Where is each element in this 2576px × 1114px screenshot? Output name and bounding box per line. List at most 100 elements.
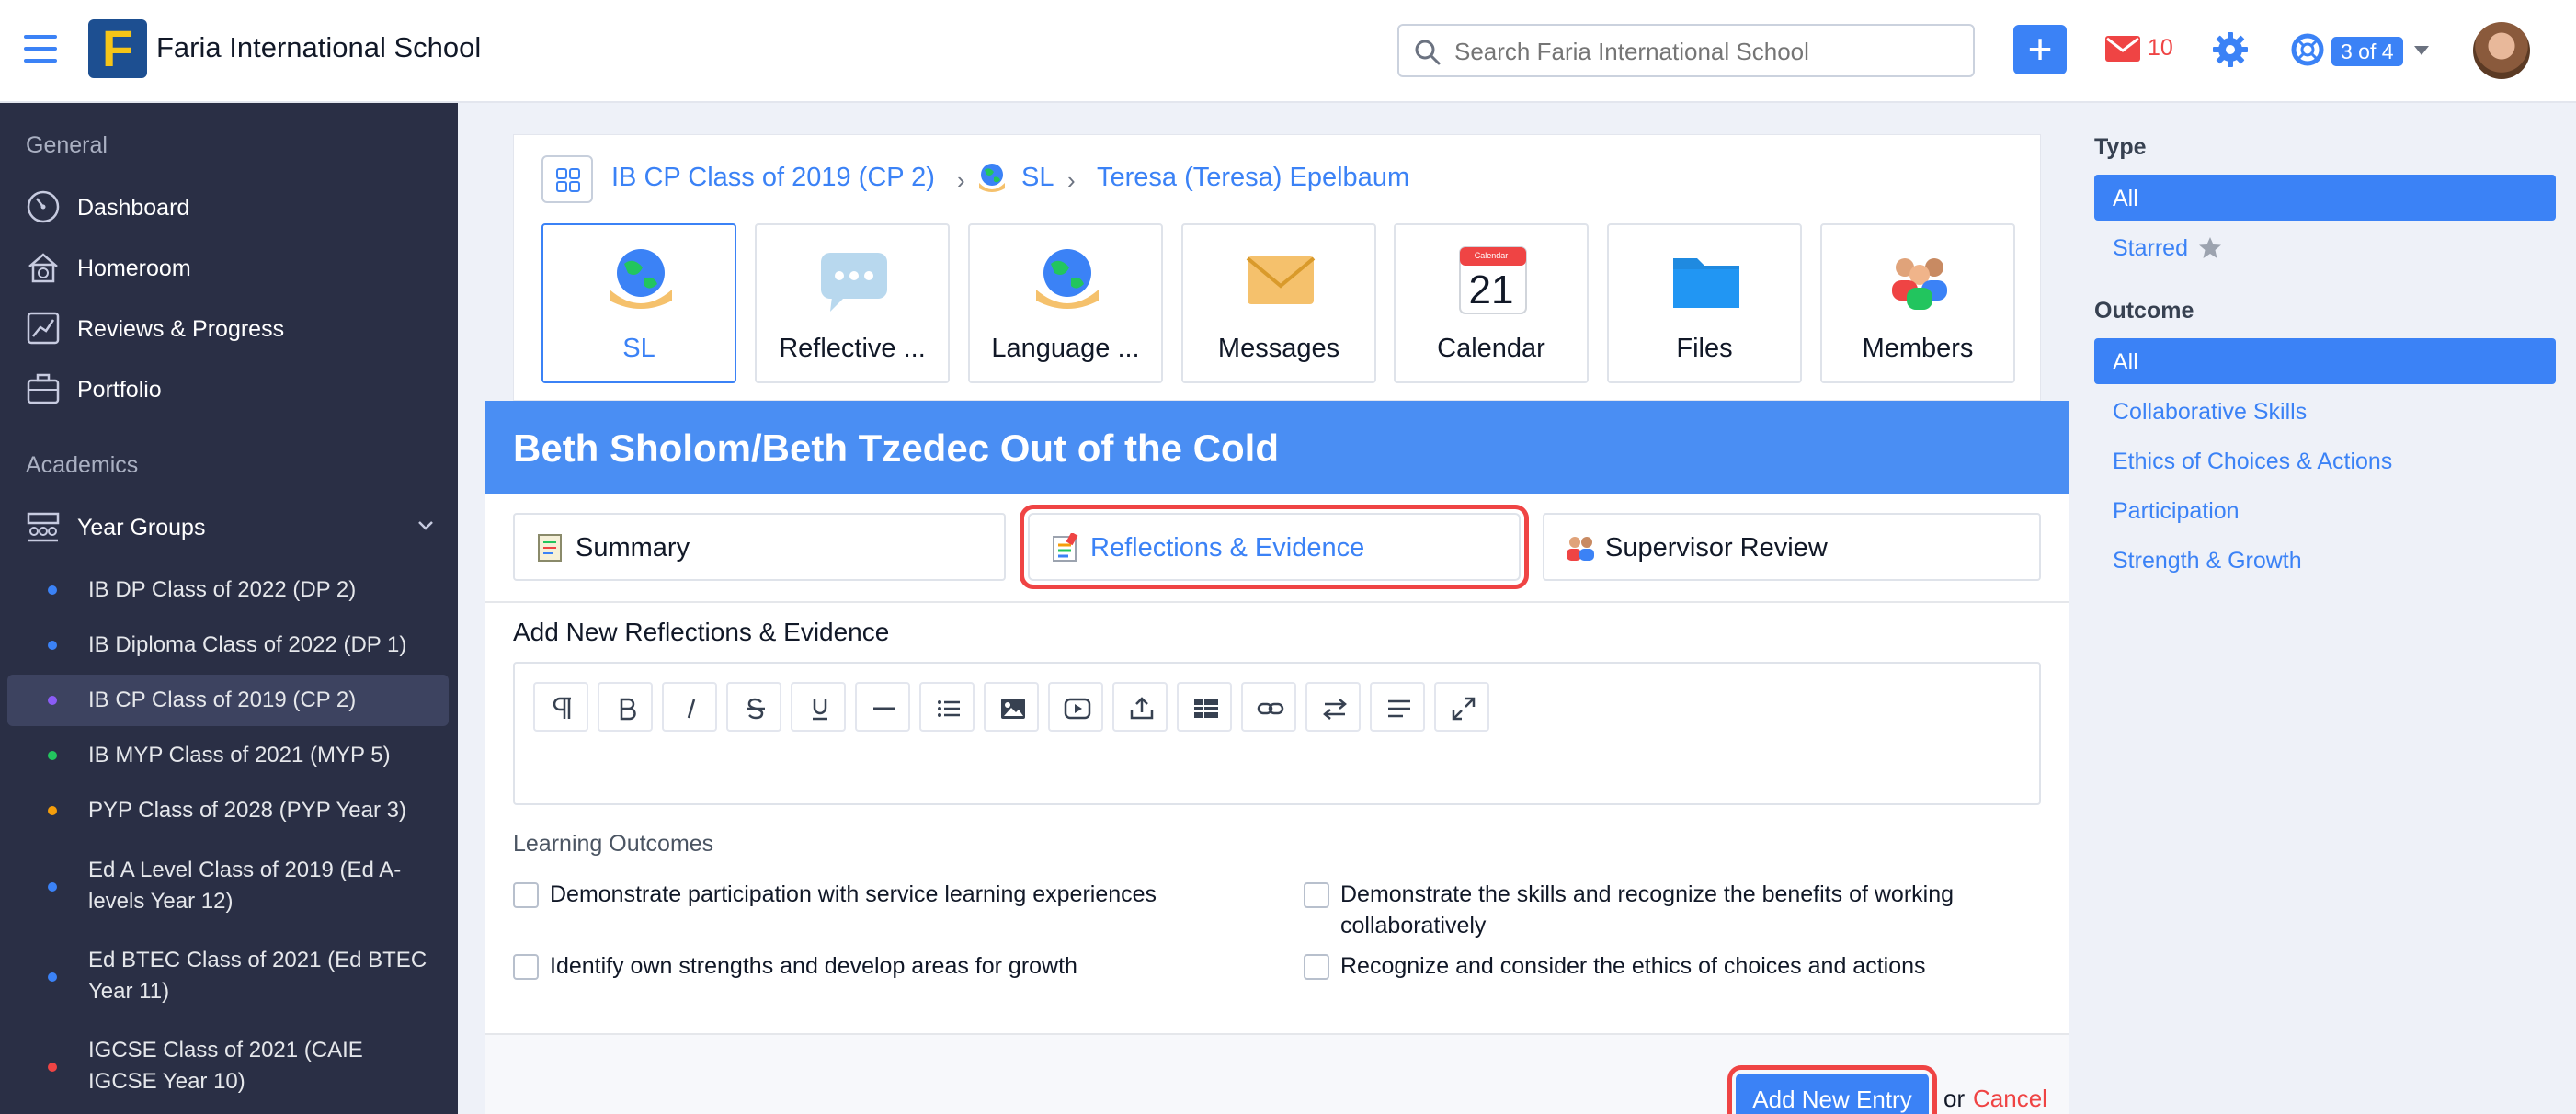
- filter-outcome-participation[interactable]: Participation: [2094, 487, 2556, 533]
- school-name[interactable]: Faria International School: [156, 31, 481, 64]
- speech-bubble-icon: [821, 253, 887, 312]
- tab-supervisor-review[interactable]: Supervisor Review: [1543, 513, 2041, 581]
- tile-label: Members: [1862, 334, 1974, 363]
- filter-outcome-all[interactable]: All: [2094, 338, 2556, 384]
- group-dot: [48, 585, 57, 595]
- year-group-item[interactable]: Ed A Level Class of 2019 (Ed A-levels Ye…: [7, 846, 449, 926]
- outcome-checkbox[interactable]: [513, 954, 539, 980]
- tile-label: Messages: [1217, 334, 1340, 363]
- bold-icon: [620, 698, 636, 721]
- fullscreen-button[interactable]: [1434, 682, 1489, 732]
- avatar[interactable]: [2473, 22, 2530, 79]
- breadcrumb-class[interactable]: IB CP Class of 2019 (CP 2): [611, 163, 935, 193]
- sidebar-item-year-groups[interactable]: Year Groups: [0, 500, 458, 555]
- activity-title-bar: Beth Sholom/Beth Tzedec Out of the Cold: [485, 401, 2069, 494]
- horizontal-rule-icon: [873, 707, 895, 710]
- video-button[interactable]: [1048, 682, 1103, 732]
- link-button[interactable]: [1241, 682, 1296, 732]
- gear-icon[interactable]: [2212, 31, 2249, 68]
- breadcrumb-section[interactable]: SL: [1021, 163, 1054, 193]
- mail-count[interactable]: 10: [2148, 35, 2173, 62]
- tab-summary[interactable]: Summary: [513, 513, 1006, 581]
- tile-language[interactable]: Language ...: [968, 223, 1163, 383]
- strikethrough-button[interactable]: [726, 682, 781, 732]
- tile-reflective[interactable]: Reflective ...: [755, 223, 950, 383]
- outcome-label: Demonstrate the skills and recognize the…: [1340, 881, 1955, 938]
- filter-label: All: [2113, 186, 2138, 211]
- table-button[interactable]: [1177, 682, 1232, 732]
- breadcrumb-student[interactable]: Teresa (Teresa) Epelbaum: [1097, 163, 1409, 193]
- year-group-item[interactable]: IB Diploma Class of 2022 (DP 1): [7, 618, 449, 673]
- outcome-label: Identify own strengths and develop areas…: [550, 953, 1077, 979]
- filter-outcome-strength[interactable]: Strength & Growth: [2094, 537, 2556, 583]
- sidebar-item-portfolio[interactable]: Portfolio: [0, 362, 458, 417]
- horizontal-rule-button[interactable]: [855, 682, 910, 732]
- outcome-checkbox[interactable]: [1304, 954, 1329, 980]
- upload-icon: [1130, 697, 1154, 720]
- filter-outcome-collaborative[interactable]: Collaborative Skills: [2094, 388, 2556, 434]
- globe-hands-icon: [1036, 249, 1099, 309]
- expand-icon: [1452, 697, 1476, 721]
- filter-outcome-ethics[interactable]: Ethics of Choices & Actions: [2094, 438, 2556, 483]
- tile-label: SL: [622, 334, 655, 363]
- align-left-icon: [1388, 699, 1410, 718]
- underline-button[interactable]: [791, 682, 846, 732]
- outcome-checkbox[interactable]: [1304, 882, 1329, 908]
- sidebar-heading-academics: Academics: [26, 452, 139, 478]
- video-icon: [1064, 698, 1091, 720]
- rich-text-editor[interactable]: [513, 662, 2041, 805]
- outcome-checkbox[interactable]: [513, 882, 539, 908]
- year-group-label: IGCSE Class of 2021 (CAIE IGCSE Year 10): [88, 1038, 363, 1094]
- tile-members[interactable]: Members: [1820, 223, 2015, 383]
- tab-label: Reflections & Evidence: [1090, 533, 1365, 563]
- tab-reflections-evidence[interactable]: Reflections & Evidence: [1020, 505, 1529, 589]
- school-logo[interactable]: F: [88, 19, 147, 78]
- supervisor-icon: [1567, 537, 1594, 561]
- learning-outcomes-label: Learning Outcomes: [513, 831, 714, 857]
- bold-button[interactable]: [598, 682, 653, 732]
- tile-messages[interactable]: Messages: [1181, 223, 1376, 383]
- tile-sl[interactable]: SL: [541, 223, 736, 383]
- year-group-item[interactable]: PYP Class of 2028 (PYP Year 3): [7, 783, 449, 838]
- image-button[interactable]: [984, 682, 1039, 732]
- year-group-item[interactable]: IB DP Class of 2022 (DP 2): [7, 563, 449, 618]
- paragraph-button[interactable]: [533, 682, 588, 732]
- align-button[interactable]: [1370, 682, 1425, 732]
- sidebar-item-reviews[interactable]: Reviews & Progress: [0, 301, 458, 357]
- help-progress-badge[interactable]: 3 of 4: [2331, 37, 2403, 66]
- year-group-label: Ed A Level Class of 2019 (Ed A-levels Ye…: [88, 858, 402, 914]
- upload-button[interactable]: [1112, 682, 1168, 732]
- search-input[interactable]: [1454, 35, 1960, 68]
- lifebuoy-icon[interactable]: [2291, 33, 2324, 66]
- search-box[interactable]: [1397, 24, 1975, 77]
- sidebar-item-homeroom[interactable]: Homeroom: [0, 241, 458, 296]
- tile-label: Calendar: [1437, 334, 1545, 363]
- direction-button[interactable]: [1305, 682, 1361, 732]
- chevron-down-icon[interactable]: [2414, 46, 2429, 55]
- sidebar-item-dashboard[interactable]: Dashboard: [0, 180, 458, 235]
- group-dot: [48, 882, 57, 892]
- filter-type-all[interactable]: All: [2094, 175, 2556, 221]
- add-new-entry-button[interactable]: Add New Entry: [1727, 1065, 1937, 1114]
- year-group-item[interactable]: Ed BTEC Class of 2021 (Ed BTEC Year 11): [7, 936, 449, 1017]
- tile-files[interactable]: Files: [1607, 223, 1802, 383]
- form-footer: Add New Entry or Cancel: [485, 1035, 2069, 1114]
- add-button[interactable]: +: [2013, 25, 2067, 74]
- group-dot: [48, 806, 57, 815]
- envelope-icon: [1246, 256, 1316, 304]
- mail-icon[interactable]: [2105, 36, 2140, 62]
- italic-button[interactable]: [662, 682, 717, 732]
- year-group-item[interactable]: IB MYP Class of 2021 (MYP 5): [7, 728, 449, 783]
- list-button[interactable]: [919, 682, 975, 732]
- year-group-label: IB DP Class of 2022 (DP 2): [88, 577, 357, 602]
- cancel-link[interactable]: Cancel: [1973, 1085, 2047, 1113]
- navigation-card: IB CP Class of 2019 (CP 2) › SL › Teresa…: [513, 134, 2041, 401]
- reflections-icon: [1053, 533, 1078, 562]
- year-group-item[interactable]: IGCSE Class of 2021 (CAIE IGCSE Year 10): [7, 1026, 449, 1107]
- tile-calendar[interactable]: Calendar 21 Calendar: [1394, 223, 1589, 383]
- grid-menu-button[interactable]: [541, 155, 593, 203]
- chevron-down-icon[interactable]: [417, 520, 434, 531]
- filter-type-starred[interactable]: Starred: [2094, 224, 2556, 270]
- year-group-item-active[interactable]: IB CP Class of 2019 (CP 2): [7, 675, 449, 726]
- menu-icon[interactable]: [24, 35, 57, 63]
